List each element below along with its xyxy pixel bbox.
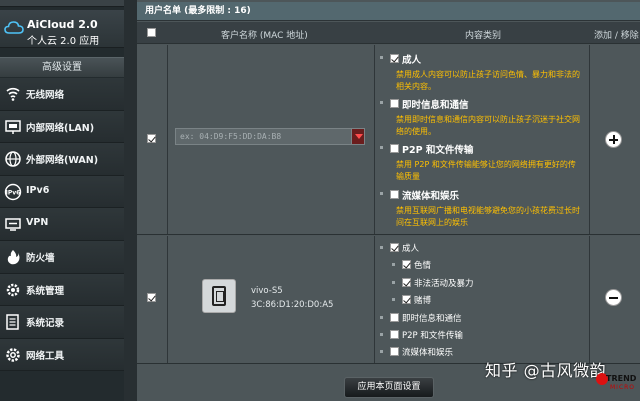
log-icon [6, 314, 19, 330]
tools-icon [6, 348, 20, 362]
aicloud-menu-item[interactable]: AiCloud 2.0 个人云 2.0 应用 [0, 10, 124, 48]
sidebar-item-label: 网络工具 [26, 350, 65, 362]
sidebar-item-vpn[interactable]: VPN [0, 208, 124, 241]
ipv6-icon: IPv6 [4, 183, 22, 200]
sidebar-item-tools[interactable]: 网络工具 [0, 338, 124, 372]
sidebar-item-system[interactable]: 系统管理 [0, 273, 124, 307]
list-item: 色情 [380, 259, 431, 271]
sidebar-item-label: VPN [26, 217, 49, 229]
checkbox[interactable] [402, 278, 411, 287]
parental-control-panel: 用户名单 (最多限制 : 16) 客户名称 (MAC 地址) 内容类别 添加 /… [137, 0, 640, 401]
sidebar-item-label: 外部网络(WAN) [26, 155, 99, 167]
sidebar-item-label: 无线网络 [26, 90, 65, 101]
sidebar-item-ipv6[interactable]: IPv6 IPv6 [0, 175, 124, 209]
list-item: 流媒体和娱乐 [380, 346, 453, 358]
wifi-icon [6, 87, 20, 101]
select-all-checkbox[interactable] [147, 28, 156, 37]
apply-settings-button[interactable]: 应用本页面设置 [344, 377, 434, 398]
watermark-text: 知乎 @古风微韵 [485, 361, 607, 380]
sidebar-menu: 无线网络 内部网络(LAN) 外部网络(WAN) IPv6 IPv6 VPN 防… [0, 78, 124, 372]
sidebar-item-firewall[interactable]: 防火墙 [0, 240, 124, 274]
column-client-name: 客户名称 (MAC 地址) [221, 31, 308, 41]
remove-client-button[interactable] [605, 289, 622, 306]
lan-icon [5, 119, 21, 134]
sidebar-item-label: 系统记录 [26, 318, 65, 330]
add-client-button[interactable] [605, 131, 622, 148]
trend-micro-logo: TREND MICRO [596, 370, 636, 400]
category-streaming: 流媒体和娱乐 禁用互联网广播和电视能够避免您的小孩花费过长时间在互联网上的娱乐 [380, 188, 580, 229]
vpn-icon [5, 218, 21, 232]
checkbox[interactable] [390, 347, 399, 356]
checkbox[interactable] [390, 330, 399, 339]
sidebar-item-label: 系统管理 [26, 285, 65, 297]
user-list-title: 用户名单 (最多限制 : 16) [137, 2, 640, 21]
mac-address-select[interactable]: ex: 04:D9:F5:DD:DA:B8 [175, 128, 365, 145]
column-add-remove: 添加 / 移除 [594, 31, 639, 41]
category-im: 即时信息和通信 禁用即时信息和通信内容可以防止孩子沉迷于社交网络的使用。 [380, 97, 580, 138]
chevron-down-icon[interactable] [351, 129, 364, 144]
checkbox[interactable] [390, 243, 399, 252]
category-p2p-checkbox[interactable] [390, 144, 399, 153]
list-item: P2P 和文件传输 [380, 329, 463, 341]
select-all-checkbox-wrap[interactable] [147, 28, 156, 40]
list-item: 成人 [380, 242, 419, 254]
sidebar-item-log[interactable]: 系统记录 [0, 306, 124, 339]
gear-icon [6, 283, 20, 296]
globe-icon [5, 151, 21, 167]
sidebar-item-label: 防火墙 [26, 252, 55, 264]
row-enable-checkbox[interactable] [147, 293, 156, 302]
sidebar-item-label: IPv6 [26, 184, 50, 196]
phone-icon [212, 286, 226, 306]
svg-text:IPv6: IPv6 [6, 189, 21, 196]
device-mac: 3C:86:D1:20:D0:A5 [251, 300, 334, 310]
device-name: vivo-S5 [251, 286, 283, 296]
column-header-row: 客户名称 (MAC 地址) 内容类别 添加 / 移除 [137, 22, 640, 44]
checkbox[interactable] [390, 313, 399, 322]
checkbox[interactable] [402, 260, 411, 269]
checkbox[interactable] [402, 295, 411, 304]
category-im-checkbox[interactable] [390, 99, 399, 108]
category-p2p: P2P 和文件传输 禁用 P2P 和文件传输能够让您的网络拥有更好的传输质量 [380, 142, 580, 183]
firewall-icon [7, 249, 20, 265]
cloud-icon [4, 21, 24, 34]
aicloud-title: AiCloud 2.0 [27, 18, 98, 31]
sidebar-item-label: 内部网络(LAN) [26, 122, 95, 134]
sidebar-item-lan[interactable]: 内部网络(LAN) [0, 110, 124, 144]
sidebar: AiCloud 2.0 个人云 2.0 应用 高级设置 无线网络 内部网络(LA… [0, 0, 124, 401]
advanced-settings-title: 高级设置 [0, 57, 124, 77]
sidebar-item-wireless[interactable]: 无线网络 [0, 78, 124, 111]
sidebar-item-wan[interactable]: 外部网络(WAN) [0, 143, 124, 176]
list-item: 即时信息和通信 [380, 312, 462, 324]
device-icon-box [202, 279, 236, 313]
table-row-new-client: ex: 04:D9:F5:DD:DA:B8 成人 禁用成人内容可以防止孩子访问色… [137, 45, 640, 235]
aicloud-subtitle: 个人云 2.0 应用 [27, 36, 100, 47]
category-adult-checkbox[interactable] [390, 54, 399, 63]
category-adult: 成人 禁用成人内容可以防止孩子访问色情、暴力和非法的相关内容。 [380, 52, 580, 93]
table-row-client: vivo-S5 3C:86:D1:20:D0:A5 成人 色情 非法活动及暴力 … [137, 236, 640, 364]
list-item: 赌博 [380, 294, 431, 306]
list-item: 非法活动及暴力 [380, 277, 474, 289]
column-category: 内容类别 [465, 31, 502, 41]
mac-placeholder: ex: 04:D9:F5:DD:DA:B8 [180, 132, 282, 141]
category-streaming-checkbox[interactable] [390, 190, 399, 199]
sidebar-top-strip [0, 0, 124, 7]
row-enable-checkbox[interactable] [147, 134, 156, 143]
